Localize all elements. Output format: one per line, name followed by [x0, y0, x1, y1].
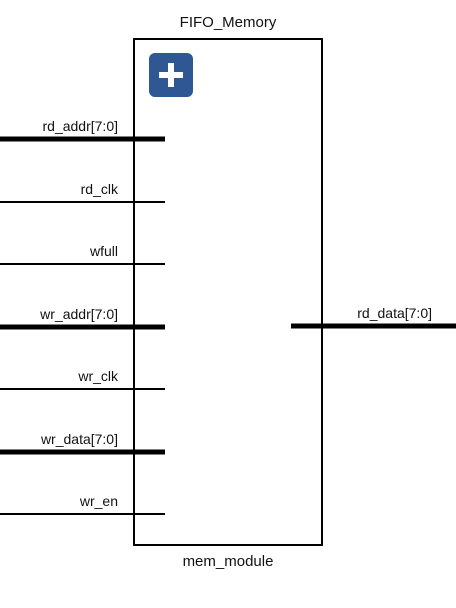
- block-diagram: FIFO_Memory rd_addr[7:0] rd_clkwfull wr_ad…: [0, 14, 456, 570]
- input-pin-label: wr_en: [79, 493, 118, 509]
- plus-icon[interactable]: [149, 53, 193, 97]
- block-title: FIFO_Memory: [180, 14, 277, 31]
- input-pin-label: wr_data[7:0]: [40, 431, 118, 447]
- module-name: mem_module: [183, 553, 274, 570]
- block-diagram-canvas: FIFO_Memory rd_addr[7:0] rd_clkwfull wr_ad…: [0, 0, 456, 608]
- input-pin-label: rd_addr[7:0]: [43, 118, 119, 134]
- input-pin-label: wr_addr[7:0]: [39, 306, 118, 322]
- input-pin-label: wr_clk: [77, 368, 119, 384]
- input-pin-label: wfull: [89, 243, 118, 259]
- input-pin-label: rd_clk: [81, 181, 119, 197]
- module-block[interactable]: [133, 38, 323, 546]
- output-pin-label: rd_data[7:0]: [357, 305, 432, 321]
- plus-icon-horizontal-bar: [159, 72, 183, 78]
